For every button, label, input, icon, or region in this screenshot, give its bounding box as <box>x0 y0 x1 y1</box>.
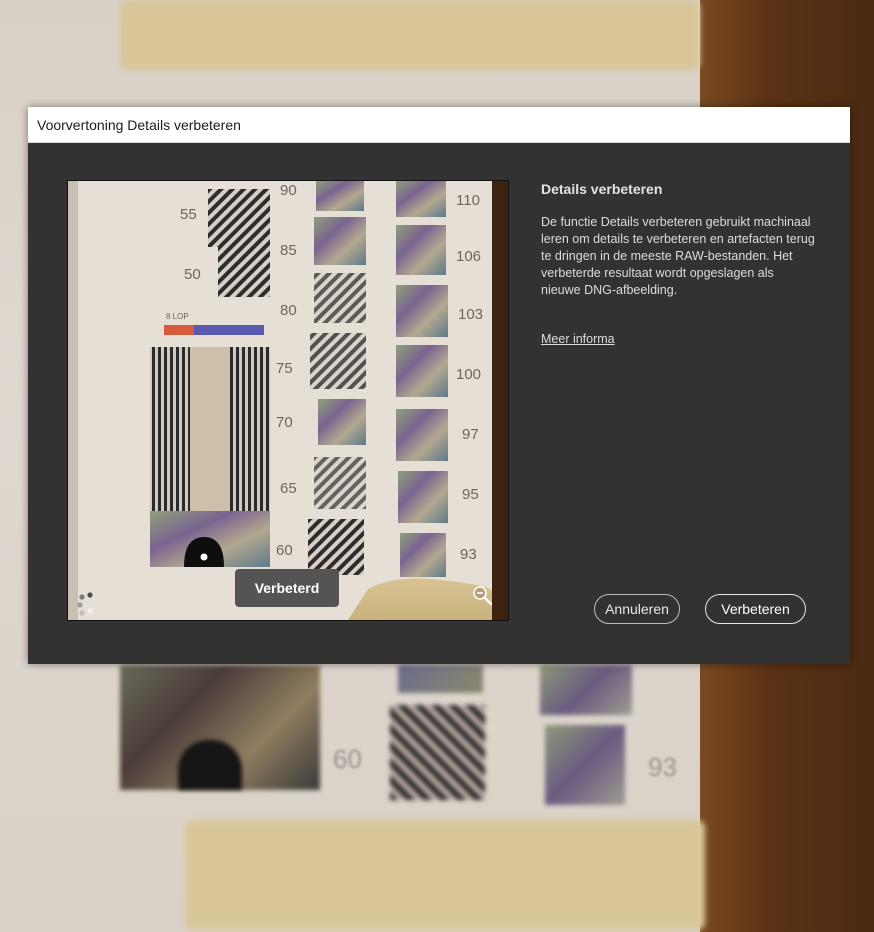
chart-number: 106 <box>456 248 481 265</box>
background-tape-bottom <box>185 820 705 930</box>
more-info-link[interactable]: Meer informa <box>541 332 615 346</box>
chart-number: 90 <box>280 182 297 199</box>
chart-pattern <box>314 217 366 265</box>
zoom-out-icon[interactable] <box>472 585 494 607</box>
info-description: De functie Details verbeteren gebruikt m… <box>541 215 815 297</box>
enhance-button[interactable]: Verbeteren <box>705 594 806 624</box>
chart-bars <box>164 325 194 335</box>
chart-pattern <box>396 345 448 397</box>
preview-image: 55 50 90 85 80 75 70 65 60 110 106 103 1… <box>68 181 508 620</box>
chart-left-edge <box>68 181 78 620</box>
loading-spinner-icon <box>76 591 102 617</box>
background-pattern-block <box>545 725 625 805</box>
chart-number: 95 <box>462 486 479 503</box>
info-heading: Details verbeteren <box>541 181 663 197</box>
chart-number: 55 <box>180 206 197 223</box>
chart-number: 85 <box>280 242 297 259</box>
chart-number: 65 <box>280 480 297 497</box>
chart-number: 70 <box>276 414 293 431</box>
chart-number: 80 <box>280 302 297 319</box>
cancel-button[interactable]: Annuleren <box>594 594 680 624</box>
chart-pattern <box>400 533 446 577</box>
chart-pattern <box>396 181 446 217</box>
background-pattern-block <box>178 740 242 790</box>
chart-pattern <box>314 457 366 509</box>
chart-pattern <box>208 189 270 247</box>
chart-number: 97 <box>462 426 479 443</box>
chart-number: 50 <box>184 266 201 283</box>
chart-number: 75 <box>276 360 293 377</box>
chart-number: 103 <box>458 306 483 323</box>
chart-dot-center <box>200 553 208 561</box>
chart-number: 60 <box>276 542 293 559</box>
preview-pane[interactable]: 55 50 90 85 80 75 70 65 60 110 106 103 1… <box>67 180 509 621</box>
background-pattern-block <box>390 705 485 800</box>
enhance-details-dialog: Voorvertoning Details verbeteren 55 50 9… <box>28 107 850 664</box>
chart-pattern <box>316 181 364 211</box>
chart-pattern <box>314 273 366 323</box>
chart-number: 100 <box>456 366 481 383</box>
background-pattern-block <box>540 665 632 715</box>
background-number: 93 <box>648 752 677 782</box>
chart-pattern <box>218 247 270 297</box>
chart-wood-edge <box>492 181 508 620</box>
background-number: 60 <box>333 744 362 774</box>
chart-pattern <box>396 225 446 275</box>
dialog-title: Voorvertoning Details verbeteren <box>37 117 241 133</box>
chart-pattern <box>396 409 448 461</box>
background-pattern-block <box>398 665 483 693</box>
dialog-titlebar[interactable]: Voorvertoning Details verbeteren <box>28 107 850 143</box>
chart-pattern <box>398 471 448 523</box>
chart-pattern <box>310 333 366 389</box>
background-tape-top <box>120 0 700 70</box>
chart-number: 110 <box>456 192 480 209</box>
chart-small-label: 8 LOP <box>166 312 189 321</box>
chart-pattern <box>318 399 366 445</box>
chart-pattern <box>308 519 364 575</box>
enhanced-badge: Verbeterd <box>235 569 339 607</box>
chart-pattern <box>396 285 448 337</box>
chart-number: 93 <box>460 546 477 563</box>
